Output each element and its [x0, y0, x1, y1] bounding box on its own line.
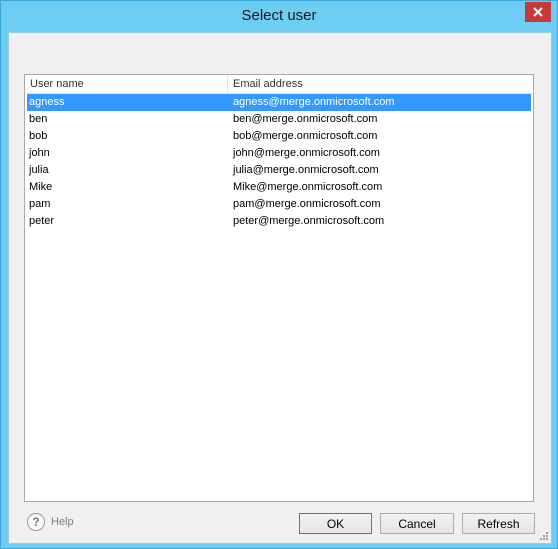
user-name-cell: agness — [29, 96, 65, 108]
user-name-cell: Mike — [29, 181, 53, 193]
list-row[interactable]: julia julia@merge.onmicrosoft.com — [25, 162, 533, 179]
help-label: Help — [51, 516, 74, 528]
title-bar[interactable]: Select user — [1, 1, 557, 32]
list-row[interactable]: agness agness@merge.onmicrosoft.com — [27, 94, 531, 111]
help-icon: ? — [27, 513, 45, 531]
list-rows: agness agness@merge.onmicrosoft.com ben be… — [25, 94, 533, 230]
email-cell: john@merge.onmicrosoft.com — [233, 147, 380, 159]
email-cell: Mike@merge.onmicrosoft.com — [233, 181, 383, 193]
list-row[interactable]: ben ben@merge.onmicrosoft.com — [25, 111, 533, 128]
list-row[interactable]: john john@merge.onmicrosoft.com — [25, 145, 533, 162]
user-name-cell: pam — [29, 198, 51, 210]
email-cell: ben@merge.onmicrosoft.com — [233, 113, 378, 125]
dialog-client-area: User name Email address agness agness@mer… — [8, 32, 552, 544]
email-cell: julia@merge.onmicrosoft.com — [233, 164, 379, 176]
select-user-dialog: Select user User name Email address agne… — [0, 0, 558, 549]
email-cell: agness@merge.onmicrosoft.com — [233, 96, 395, 108]
ok-button[interactable]: OK — [299, 513, 372, 534]
user-list[interactable]: User name Email address agness agness@mer… — [24, 74, 534, 502]
column-header-email-address[interactable]: Email address — [228, 75, 428, 93]
list-header: User name Email address — [25, 75, 533, 94]
close-button[interactable] — [525, 2, 551, 22]
list-row[interactable]: peter peter@merge.onmicrosoft.com — [25, 213, 533, 230]
email-cell: pam@merge.onmicrosoft.com — [233, 198, 381, 210]
user-name-cell: julia — [29, 164, 49, 176]
refresh-button[interactable]: Refresh — [462, 513, 535, 534]
resize-grip-icon[interactable] — [539, 531, 549, 541]
dialog-title: Select user — [241, 7, 317, 24]
user-name-cell: john — [29, 147, 50, 159]
close-icon — [525, 2, 551, 22]
list-row[interactable]: bob bob@merge.onmicrosoft.com — [25, 128, 533, 145]
email-cell: peter@merge.onmicrosoft.com — [233, 215, 385, 227]
list-row[interactable]: Mike Mike@merge.onmicrosoft.com — [25, 179, 533, 196]
cancel-button[interactable]: Cancel — [380, 513, 454, 534]
help-link[interactable]: ? Help — [27, 513, 74, 531]
user-name-cell: ben — [29, 113, 48, 125]
column-header-user-name[interactable]: User name — [25, 75, 228, 93]
user-name-cell: bob — [29, 130, 48, 142]
user-name-cell: peter — [29, 215, 55, 227]
list-row[interactable]: pam pam@merge.onmicrosoft.com — [25, 196, 533, 213]
email-cell: bob@merge.onmicrosoft.com — [233, 130, 378, 142]
